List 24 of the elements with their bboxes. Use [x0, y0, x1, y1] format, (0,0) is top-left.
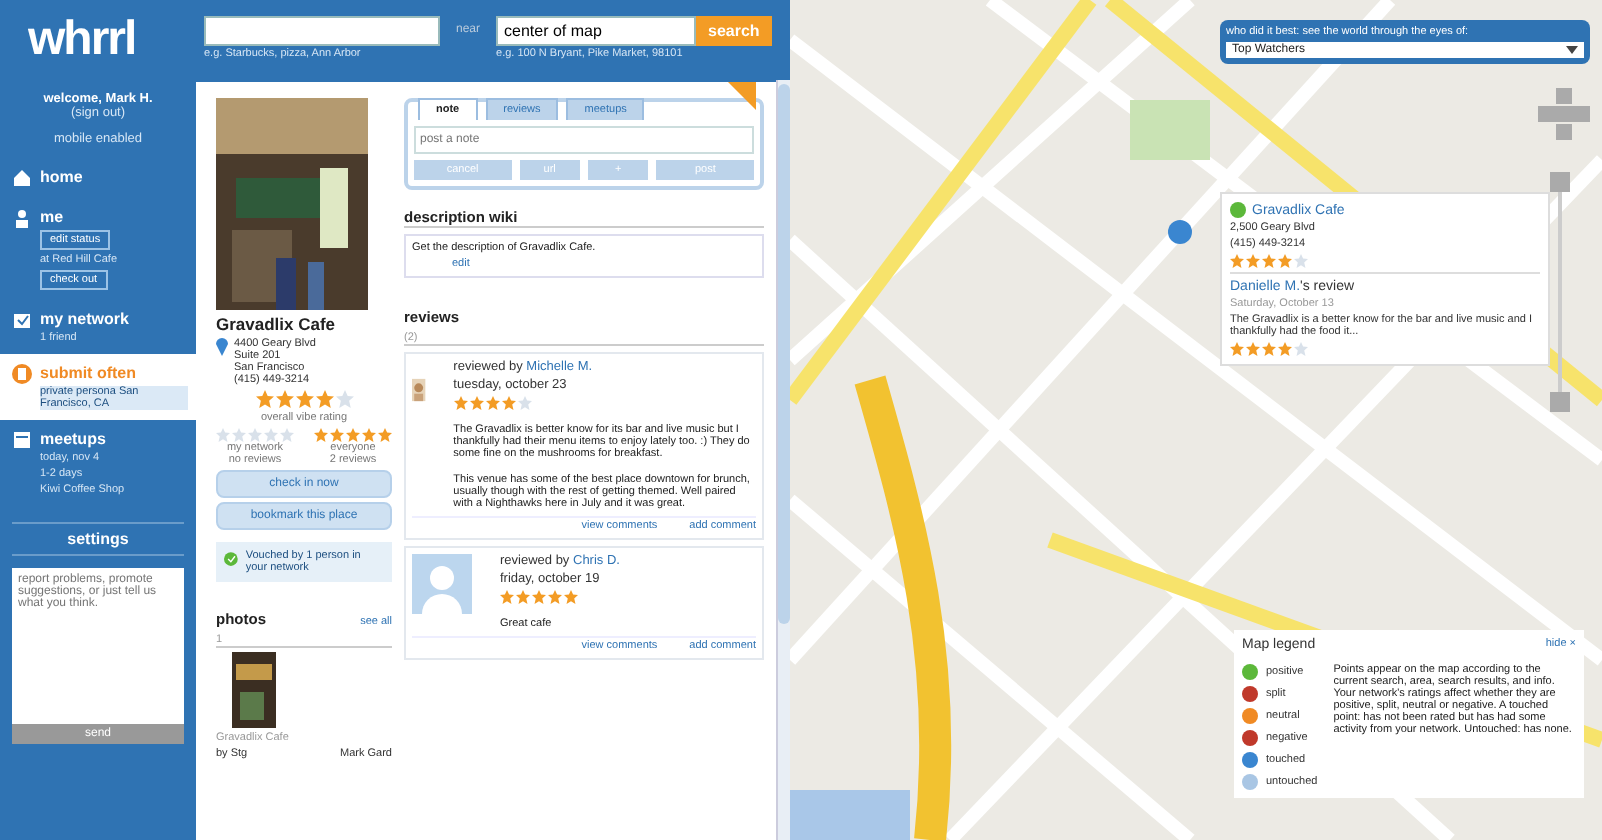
badge-icon [12, 364, 32, 384]
check-icon [224, 550, 238, 568]
person-icon [12, 208, 32, 228]
nav-label: home [40, 168, 83, 186]
settings-link[interactable]: settings [12, 522, 184, 556]
zoom-slider-icon[interactable] [1550, 172, 1570, 412]
location-field[interactable]: center of map [496, 16, 697, 46]
nav-label: submit often [40, 364, 138, 382]
place-name: Gravadlix Cafe [216, 314, 338, 334]
scrollbar-thumb[interactable] [778, 84, 790, 624]
nav-label: meetups [40, 430, 108, 448]
map-pin-icon [216, 338, 228, 356]
house-icon [12, 168, 32, 188]
nav-label: my network [40, 310, 129, 328]
checkbox-icon [12, 310, 32, 330]
nav-label: me [40, 208, 66, 226]
avatar-silhouette-icon [412, 554, 472, 614]
what-search-field[interactable] [204, 16, 440, 46]
dropdown-caret-icon [1566, 44, 1578, 56]
nav-item[interactable]: home [0, 158, 196, 198]
status-dot-icon [1230, 202, 1246, 218]
calendar-icon [12, 430, 32, 450]
corner-tab-icon[interactable] [728, 82, 756, 110]
logo[interactable]: whrrl [28, 16, 188, 64]
